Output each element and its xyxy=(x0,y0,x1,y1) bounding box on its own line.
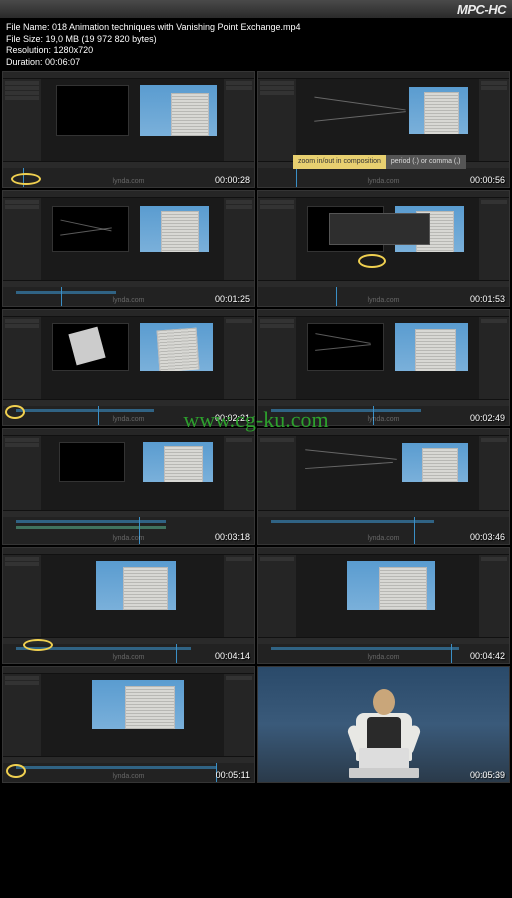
thumbnail-8[interactable]: lynda.com 00:03:46 xyxy=(257,428,510,545)
filesize-value: 19,0 MB (19 972 820 bytes) xyxy=(46,34,157,44)
player-logo: MPC-HC xyxy=(457,2,506,17)
timestamp: 00:01:53 xyxy=(470,294,505,304)
thumbnail-6[interactable]: lynda.com 00:02:49 xyxy=(257,309,510,426)
timestamp: 00:04:42 xyxy=(470,651,505,661)
thumbnail-11[interactable]: lynda.com 00:05:11 xyxy=(2,666,255,783)
source-tag: lynda.com xyxy=(113,297,145,304)
timestamp: 00:05:39 xyxy=(470,770,505,780)
timestamp: 00:04:14 xyxy=(215,651,250,661)
timestamp: 00:03:46 xyxy=(470,532,505,542)
source-tag: lynda.com xyxy=(368,416,400,423)
resolution-label: Resolution: xyxy=(6,45,51,55)
thumbnail-12[interactable]: lynda.com 00:05:39 xyxy=(257,666,510,783)
filename-label: File Name: xyxy=(6,22,50,32)
timestamp: 00:00:28 xyxy=(215,175,250,185)
thumbnail-grid: lynda.com 00:00:28 zoom in/out in xyxy=(0,71,512,783)
source-tag: lynda.com xyxy=(113,178,145,185)
timestamp: 00:03:18 xyxy=(215,532,250,542)
timestamp: 00:01:25 xyxy=(215,294,250,304)
source-tag: lynda.com xyxy=(368,654,400,661)
thumbnail-9[interactable]: lynda.com 00:04:14 xyxy=(2,547,255,664)
annotation-circle xyxy=(6,764,26,778)
annotation-circle xyxy=(5,405,25,419)
timestamp: 00:02:21 xyxy=(215,413,250,423)
source-tag: lynda.com xyxy=(113,773,145,780)
source-tag: lynda.com xyxy=(113,416,145,423)
file-info: File Name: 018 Animation techniques with… xyxy=(0,18,512,71)
dialog-panel xyxy=(329,213,430,246)
tooltip-keys: period (.) or comma (,) xyxy=(386,155,466,169)
tooltip-action: zoom in/out in composition xyxy=(293,155,386,169)
annotation-circle xyxy=(23,639,53,651)
thumbnail-10[interactable]: lynda.com 00:04:42 xyxy=(257,547,510,664)
timestamp: 00:05:11 xyxy=(216,770,250,780)
source-tag: lynda.com xyxy=(368,178,400,185)
thumbnail-1[interactable]: lynda.com 00:00:28 xyxy=(2,71,255,188)
annotation-circle xyxy=(358,254,386,268)
source-tag: lynda.com xyxy=(113,535,145,542)
laptop-icon xyxy=(349,768,419,778)
thumbnail-5[interactable]: lynda.com 00:02:21 xyxy=(2,309,255,426)
keyboard-tooltip: zoom in/out in composition period (.) or… xyxy=(293,155,466,169)
source-tag: lynda.com xyxy=(368,535,400,542)
filename-value: 018 Animation techniques with Vanishing … xyxy=(52,22,301,32)
timestamp: 00:02:49 xyxy=(470,413,505,423)
thumbnail-7[interactable]: lynda.com 00:03:18 xyxy=(2,428,255,545)
thumbnail-3[interactable]: lynda.com 00:01:25 xyxy=(2,190,255,307)
source-tag: lynda.com xyxy=(113,654,145,661)
player-titlebar: MPC-HC xyxy=(0,0,512,18)
resolution-value: 1280x720 xyxy=(54,45,94,55)
filesize-label: File Size: xyxy=(6,34,43,44)
duration-label: Duration: xyxy=(6,57,43,67)
annotation-circle xyxy=(11,173,41,185)
thumbnail-2[interactable]: zoom in/out in composition period (.) or… xyxy=(257,71,510,188)
timestamp: 00:00:56 xyxy=(470,175,505,185)
thumbnail-4[interactable]: lynda.com 00:01:53 xyxy=(257,190,510,307)
duration-value: 00:06:07 xyxy=(45,57,80,67)
source-tag: lynda.com xyxy=(368,297,400,304)
